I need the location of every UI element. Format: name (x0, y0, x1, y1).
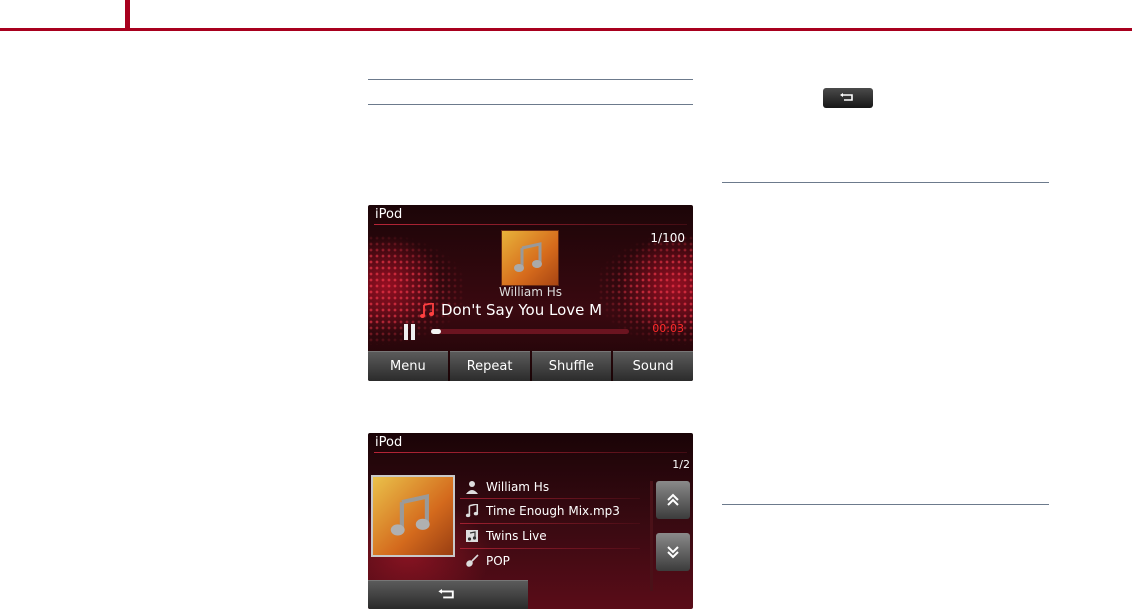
guitar-icon (463, 554, 481, 568)
elapsed-time: 00:03 (652, 322, 684, 335)
info-divider (460, 498, 640, 499)
info-track-text: Time Enough Mix.mp3 (486, 504, 620, 518)
right-rule-2 (722, 504, 1049, 505)
section-rule-bottom (368, 104, 693, 105)
header-rule (0, 28, 1132, 31)
info-genre-text: POP (486, 554, 510, 568)
scroll-track[interactable] (650, 481, 653, 591)
menu-button[interactable]: Menu (368, 351, 448, 381)
info-artist: William Hs (463, 476, 635, 498)
menu-bar: Menu Repeat Shuffle Sound (368, 351, 693, 381)
progress-bar[interactable] (431, 329, 629, 334)
artist-name: William Hs (498, 285, 563, 299)
shuffle-button[interactable]: Shuffle (531, 351, 612, 381)
info-divider (460, 548, 640, 549)
header-tab-marker (125, 0, 130, 31)
info-artist-text: William Hs (486, 480, 550, 494)
double-chevron-up-icon (667, 493, 679, 506)
artist-icon (463, 480, 481, 494)
track-count: 1/100 (650, 231, 685, 245)
info-divider (460, 523, 640, 524)
music-note-icon (463, 504, 481, 518)
album-art (501, 230, 559, 286)
back-button[interactable] (368, 580, 528, 609)
page-indicator: 1/2 (672, 458, 690, 471)
back-arrow-icon (438, 589, 454, 599)
screen-title: iPod (375, 207, 403, 222)
scroll-up-button[interactable] (656, 481, 690, 519)
ipod-info-screen: iPod 1/2 William Hs Time Enough Mix.mp3 … (368, 433, 693, 609)
back-arrow-icon (840, 93, 853, 101)
title-divider (374, 452, 687, 453)
music-note-icon (514, 242, 542, 272)
album-art (371, 475, 455, 557)
ipod-playback-screen: iPod 1/100 William Hs Don't Say You Love… (368, 205, 693, 381)
back-button-illustration (823, 88, 873, 108)
repeat-button[interactable]: Repeat (449, 351, 530, 381)
scroll-down-button[interactable] (656, 533, 690, 571)
music-note-icon (390, 493, 430, 536)
info-track: Time Enough Mix.mp3 (463, 500, 635, 522)
right-rule-1 (722, 182, 1049, 183)
song-note-icon (420, 303, 434, 318)
song-title: Don't Say You Love M (441, 301, 603, 319)
title-divider (374, 224, 687, 225)
info-genre: POP (463, 550, 635, 572)
progress-fill (431, 329, 441, 334)
screen-title: iPod (375, 435, 403, 450)
double-chevron-down-icon (667, 546, 679, 559)
pause-icon[interactable] (404, 324, 416, 340)
sound-button[interactable]: Sound (613, 351, 693, 381)
info-album-text: Twins Live (486, 529, 547, 543)
info-album: Twins Live (463, 525, 635, 547)
section-rule-top (368, 79, 693, 80)
album-icon (463, 529, 481, 543)
